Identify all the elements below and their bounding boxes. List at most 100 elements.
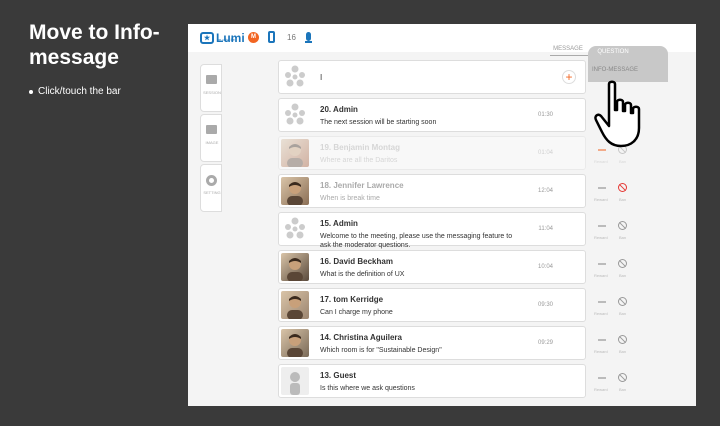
sidebar-item-session[interactable]: SESSION xyxy=(200,64,222,112)
sidebar-label: IMAGE xyxy=(205,140,219,145)
bullet-dot xyxy=(29,89,33,94)
message-row[interactable]: 20. Admin The next session will be starti… xyxy=(278,98,586,132)
ban-icon[interactable] xyxy=(618,221,627,230)
user-avatar xyxy=(281,253,309,281)
phone-icon[interactable] xyxy=(268,31,275,43)
hand-pointer-icon xyxy=(594,80,641,148)
guest-avatar xyxy=(281,367,309,395)
message-text: What is the definition of UX xyxy=(320,271,405,278)
ban-icon[interactable] xyxy=(618,259,627,268)
reward-label: Reward xyxy=(594,311,608,316)
sidebar-item-image[interactable]: IMAGE xyxy=(200,114,222,162)
ban-label: Ban xyxy=(619,273,627,278)
lumi-avatar xyxy=(281,215,309,243)
sidebar-label: SETTING xyxy=(203,190,221,195)
message-author: 15. Admin xyxy=(320,219,358,228)
message-row[interactable]: 19. Benjamin Montag Where are all the Dar… xyxy=(278,136,586,170)
lumi-avatar xyxy=(281,63,309,91)
ban-label: Ban xyxy=(619,349,627,354)
message-actions: Reward Ban xyxy=(592,364,636,398)
reward-icon[interactable] xyxy=(598,187,606,189)
sidebar: SESSION IMAGE SETTING xyxy=(200,64,224,214)
microphone-icon[interactable] xyxy=(306,32,311,41)
microphone-base xyxy=(305,41,312,43)
user-avatar xyxy=(281,329,309,357)
message-time: 11:04 xyxy=(538,226,553,232)
ban-label: Ban xyxy=(619,159,627,164)
message-author: 20. Admin xyxy=(320,105,358,114)
message-time: 09:29 xyxy=(537,340,553,346)
sidebar-label: SESSION xyxy=(203,90,221,95)
reward-icon[interactable] xyxy=(598,225,606,227)
message-actions: Reward Ban xyxy=(592,250,636,284)
message-row[interactable]: 16. David Beckham What is the definition … xyxy=(278,250,586,284)
message-time: 01:30 xyxy=(537,112,553,118)
info-message-bar[interactable]: INFO-MESSAGE xyxy=(592,67,662,73)
reward-label: Reward xyxy=(594,159,608,164)
message-text: Can I charge my phone xyxy=(320,309,393,316)
ban-label: Ban xyxy=(619,197,627,202)
reward-label: Reward xyxy=(594,197,608,202)
reward-label: Reward xyxy=(594,235,608,240)
instruction-text: Click/touch the bar xyxy=(38,86,121,97)
message-author: 17. tom Kerridge xyxy=(320,295,384,304)
reward-icon[interactable] xyxy=(598,377,606,379)
gear-icon xyxy=(206,175,217,186)
reward-icon[interactable] xyxy=(598,263,606,265)
ban-icon[interactable] xyxy=(618,335,627,344)
message-actions: Reward Ban xyxy=(592,212,636,246)
reward-label: Reward xyxy=(594,273,608,278)
message-text: Welcome to the meeting, please use the m… xyxy=(320,233,513,249)
sidebar-item-setting[interactable]: SETTING xyxy=(200,164,222,212)
ban-icon[interactable] xyxy=(618,373,627,382)
message-text: When is break time xyxy=(320,195,380,202)
message-time: 10:04 xyxy=(537,264,553,270)
tab-divider xyxy=(550,55,588,56)
message-row[interactable]: 18. Jennifer Lawrence When is break time 1… xyxy=(278,174,586,208)
message-row[interactable]: 13. Guest Is this where we ask questions xyxy=(278,364,586,398)
message-input-row[interactable]: I + xyxy=(278,60,586,94)
tab-message[interactable]: MESSAGE xyxy=(550,46,586,52)
message-time: 01:04 xyxy=(537,150,553,156)
ban-icon[interactable] xyxy=(618,183,627,192)
message-input[interactable]: I xyxy=(320,73,322,82)
message-author: 19. Benjamin Montag xyxy=(320,143,401,152)
message-author: 13. Guest xyxy=(320,371,357,380)
message-text: The next session will be starting soon xyxy=(320,119,437,126)
logo-bubble-icon: ★ xyxy=(200,32,214,44)
user-avatar xyxy=(281,291,309,319)
message-row[interactable]: 17. tom Kerridge Can I charge my phone 09:… xyxy=(278,288,586,322)
message-author: 14. Christina Aguilera xyxy=(320,333,402,342)
user-avatar xyxy=(281,139,309,167)
participant-count: 16 xyxy=(287,33,296,42)
message-actions: Reward Ban xyxy=(592,174,636,208)
reward-icon[interactable] xyxy=(598,301,606,303)
presenter-icon[interactable]: M xyxy=(248,32,259,43)
reward-icon[interactable] xyxy=(598,339,606,341)
lumi-avatar xyxy=(281,101,309,129)
message-actions: Reward Ban xyxy=(592,288,636,322)
reward-label: Reward xyxy=(594,349,608,354)
ban-label: Ban xyxy=(619,387,627,392)
message-text: Where are all the Daritos xyxy=(320,157,398,164)
user-avatar xyxy=(281,177,309,205)
message-actions: Reward Ban xyxy=(592,326,636,360)
message-text: Which room is for "Sustainable Design" xyxy=(320,347,442,354)
message-row[interactable]: 15. Admin Welcome to the meeting, please … xyxy=(278,212,586,249)
message-row[interactable]: 14. Christina Aguilera Which room is for … xyxy=(278,326,586,360)
instruction-bullet: Click/touch the bar xyxy=(29,86,121,97)
ban-icon[interactable] xyxy=(618,297,627,306)
message-author: 18. Jennifer Lawrence xyxy=(320,181,404,190)
message-time: 12:04 xyxy=(537,188,553,194)
reward-label: Reward xyxy=(594,387,608,392)
message-list: I + 20. Admin The next session will be st… xyxy=(278,60,586,402)
ban-label: Ban xyxy=(619,235,627,240)
camera-icon xyxy=(206,125,217,134)
tab-question[interactable]: QUESTION xyxy=(588,46,668,82)
message-text: Is this where we ask questions xyxy=(320,385,415,392)
ban-label: Ban xyxy=(619,311,627,316)
message-time: 09:30 xyxy=(537,302,553,308)
add-button[interactable]: + xyxy=(562,70,576,84)
tab-question-label: QUESTION xyxy=(597,49,629,55)
folder-icon xyxy=(206,75,217,84)
